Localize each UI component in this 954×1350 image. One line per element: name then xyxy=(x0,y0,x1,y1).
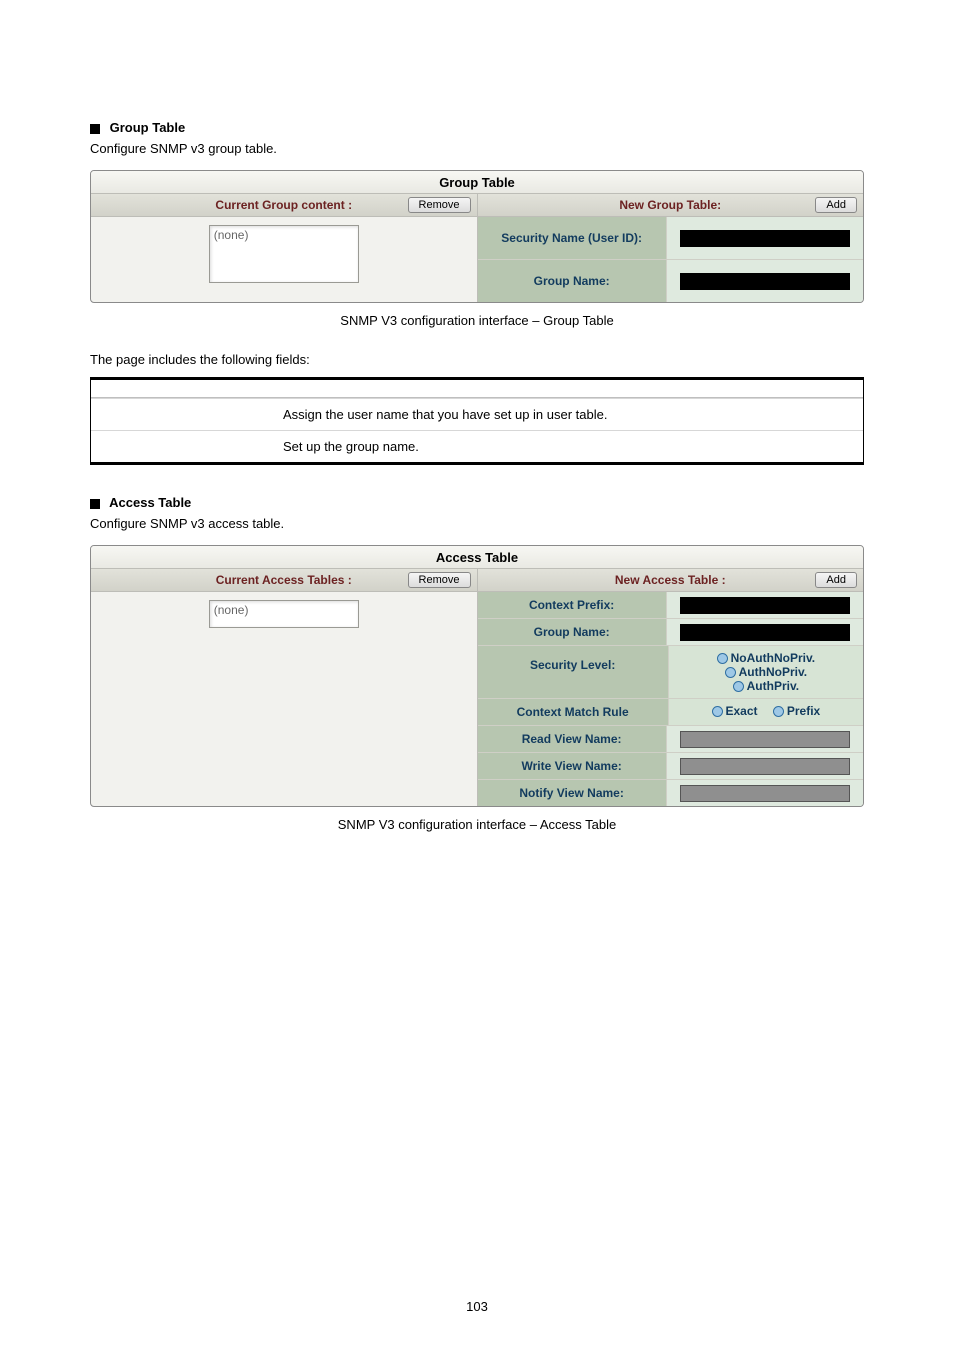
group-table-panel: Group Table Current Group content : Remo… xyxy=(90,170,864,303)
access-table-heading: Access Table xyxy=(90,495,864,510)
current-access-list-item: (none) xyxy=(214,603,249,617)
radio-icon xyxy=(712,706,723,717)
access-group-name-input[interactable] xyxy=(680,624,850,641)
access-row-notify-view: Notify View Name: xyxy=(478,779,864,806)
group-name-label: Group Name: xyxy=(478,260,667,302)
context-match-label: Context Match Rule xyxy=(478,699,669,725)
field-desc-1: Set up the group name. xyxy=(271,431,863,462)
radio-icon xyxy=(773,706,784,717)
field-object-0: Security Name (User ID) xyxy=(91,399,271,430)
access-table-caption: SNMP V3 configuration interface – Access… xyxy=(90,817,864,832)
radio-icon xyxy=(717,653,728,664)
access-table-intro: Configure SNMP v3 access table. xyxy=(90,516,864,531)
field-object-1: Group Name xyxy=(91,431,271,462)
group-row-group-name: Group Name: xyxy=(478,259,864,302)
field-desc-0: Assign the user name that you have set u… xyxy=(271,399,863,430)
add-group-button[interactable]: Add xyxy=(815,197,857,213)
access-row-write-view: Write View Name: xyxy=(478,752,864,779)
group-table-caption: SNMP V3 configuration interface – Group … xyxy=(90,313,864,328)
write-view-label: Write View Name: xyxy=(478,753,667,779)
radio-icon xyxy=(725,667,736,678)
group-fields-table-head xyxy=(91,380,863,398)
access-group-name-label: Group Name: xyxy=(478,619,667,645)
page-number: 103 xyxy=(0,1299,954,1314)
access-table-panel: Access Table Current Access Tables : Rem… xyxy=(90,545,864,807)
group-name-input[interactable] xyxy=(680,273,850,290)
group-table-heading-text: Group Table xyxy=(110,120,186,135)
radio-authpriv[interactable]: AuthPriv. xyxy=(733,679,799,693)
radio-noauthnopriv[interactable]: NoAuthNoPriv. xyxy=(717,651,815,665)
group-table-panel-title: Group Table xyxy=(91,171,863,194)
group-fields-intro: The page includes the following fields: xyxy=(90,352,864,367)
read-view-input[interactable] xyxy=(680,731,850,748)
remove-access-button[interactable]: Remove xyxy=(408,572,471,588)
current-group-header-label: Current Group content : xyxy=(215,198,352,212)
new-group-header-label: New Group Table: xyxy=(619,198,721,212)
bullet-square-icon xyxy=(90,499,100,509)
current-access-list[interactable]: (none) xyxy=(209,600,359,628)
bullet-square-icon xyxy=(90,124,100,134)
new-access-header-label: New Access Table : xyxy=(615,573,726,587)
add-access-button[interactable]: Add xyxy=(815,572,857,588)
security-level-options: NoAuthNoPriv. AuthNoPriv. AuthPriv. xyxy=(669,646,863,698)
table-row: Security Name (User ID) Assign the user … xyxy=(91,398,863,430)
current-access-header: Current Access Tables : Remove xyxy=(91,569,477,592)
radio-authnopriv[interactable]: AuthNoPriv. xyxy=(725,665,807,679)
security-name-label: Security Name (User ID): xyxy=(478,217,667,259)
new-group-header: New Group Table: Add xyxy=(478,194,864,217)
access-table-panel-title: Access Table xyxy=(91,546,863,569)
notify-view-label: Notify View Name: xyxy=(478,780,667,806)
read-view-label: Read View Name: xyxy=(478,726,667,752)
current-group-header: Current Group content : Remove xyxy=(91,194,477,217)
new-access-header: New Access Table : Add xyxy=(478,569,864,592)
access-row-security-level: Security Level: NoAuthNoPriv. AuthNoPriv… xyxy=(478,645,864,698)
current-group-list[interactable]: (none) xyxy=(209,225,359,283)
radio-prefix[interactable]: Prefix xyxy=(773,704,820,718)
group-row-security-name: Security Name (User ID): xyxy=(478,217,864,259)
security-level-label: Security Level: xyxy=(478,646,669,698)
context-prefix-input[interactable] xyxy=(680,597,850,614)
current-access-header-label: Current Access Tables : xyxy=(216,573,352,587)
group-table-intro: Configure SNMP v3 group table. xyxy=(90,141,864,156)
radio-exact[interactable]: Exact xyxy=(712,704,758,718)
table-row: Group Name Set up the group name. xyxy=(91,430,863,462)
context-prefix-label: Context Prefix: xyxy=(478,592,667,618)
current-group-list-item: (none) xyxy=(214,228,249,242)
context-match-options: Exact Prefix xyxy=(669,699,863,725)
security-name-input[interactable] xyxy=(680,230,850,247)
radio-icon xyxy=(733,681,744,692)
access-table-heading-text: Access Table xyxy=(109,495,191,510)
notify-view-input[interactable] xyxy=(680,785,850,802)
access-row-read-view: Read View Name: xyxy=(478,725,864,752)
group-fields-table: Security Name (User ID) Assign the user … xyxy=(90,377,864,465)
access-row-context-match: Context Match Rule Exact Prefix xyxy=(478,698,864,725)
access-row-context-prefix: Context Prefix: xyxy=(478,592,864,618)
write-view-input[interactable] xyxy=(680,758,850,775)
group-table-heading: Group Table xyxy=(90,120,864,135)
access-row-group-name: Group Name: xyxy=(478,618,864,645)
remove-group-button[interactable]: Remove xyxy=(408,197,471,213)
